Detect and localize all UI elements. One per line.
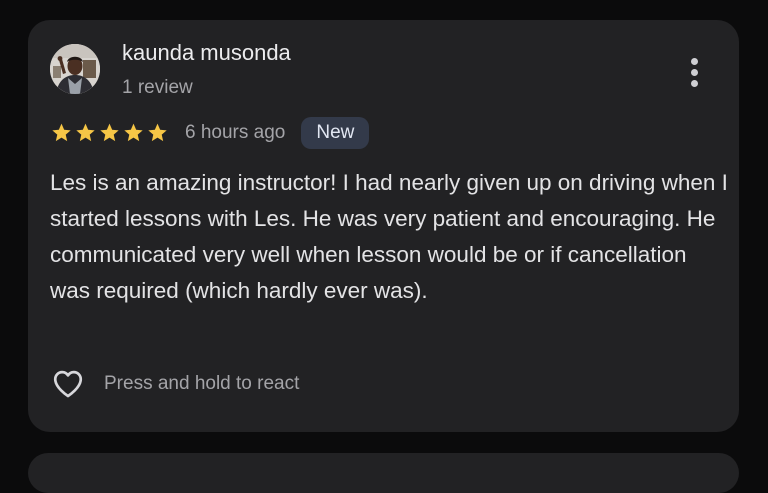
star-icon [124,123,143,142]
more-vert-icon-dot [690,79,698,87]
author-name[interactable]: kaunda musonda [122,40,291,66]
star-icon [148,123,167,142]
star-icon [100,123,119,142]
star-icon [76,123,95,142]
more-options-button[interactable] [680,52,708,92]
star-rating [50,122,169,144]
author-avatar[interactable] [50,44,100,94]
heart-outline-icon[interactable] [50,367,86,401]
avatar-photo [50,44,100,94]
react-row[interactable]: Press and hold to react [50,366,299,402]
rating-row: 6 hours ago New [50,116,370,150]
new-badge: New [301,117,370,149]
more-vert-icon-dot [690,68,698,76]
review-card: kaunda musonda 1 review 6 hours ago New … [28,20,739,432]
react-hint: Press and hold to react [104,373,300,394]
star-icon [52,123,71,142]
next-review-card [28,453,739,493]
author-review-count: 1 review [122,77,193,98]
review-time: 6 hours ago [185,122,286,143]
review-text: Les is an amazing instructor! I had near… [50,170,728,303]
more-vert-icon-dot [690,57,698,65]
